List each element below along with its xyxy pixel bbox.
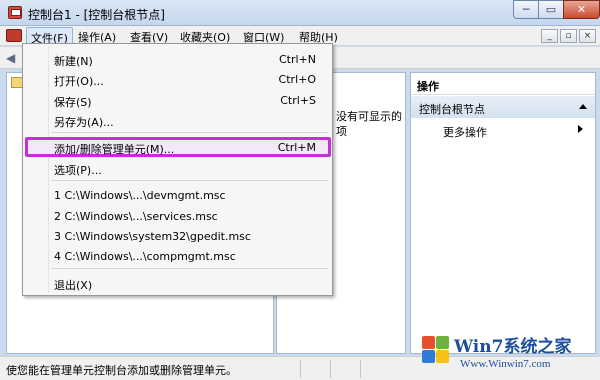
- child-minimize-button[interactable]: _: [541, 29, 558, 43]
- file-menu-dropdown: 新建(N) Ctrl+N 打开(O)... Ctrl+O 保存(S) Ctrl+…: [22, 43, 333, 296]
- actions-group-label: 控制台根节点: [419, 103, 485, 116]
- shortcut-save: Ctrl+S: [280, 94, 316, 107]
- menu-item-options[interactable]: 选项(P)...: [54, 162, 102, 178]
- more-actions-item[interactable]: 更多操作: [443, 124, 487, 140]
- shortcut-new: Ctrl+N: [278, 53, 316, 66]
- recent-file-item[interactable]: 2 C:\Windows\...\services.msc: [54, 210, 218, 223]
- status-divider: [330, 360, 331, 378]
- submenu-arrow-icon: [578, 125, 583, 133]
- menu-item-add-remove-snapin[interactable]: 添加/删除管理单元(M)...: [54, 141, 174, 157]
- maximize-button[interactable]: ▭: [538, 0, 564, 19]
- shortcut-open: Ctrl+O: [278, 73, 316, 86]
- menu-separator: [51, 132, 328, 133]
- shortcut-add-remove-snapin: Ctrl+M: [277, 141, 316, 154]
- status-text: 使您能在管理单元控制台添加或删除管理单元。: [6, 364, 237, 377]
- collapse-up-icon[interactable]: [579, 104, 587, 109]
- empty-items-message: 没有可显示的项: [336, 110, 402, 138]
- watermark-title: Win7系统之家: [454, 337, 572, 357]
- menu-gutter: [48, 46, 49, 293]
- child-restore-button[interactable]: ▫: [560, 29, 577, 43]
- console-app-icon: [8, 6, 22, 19]
- actions-header: 操作: [411, 73, 595, 95]
- status-divider: [360, 360, 361, 378]
- actions-group-root[interactable]: 控制台根节点: [411, 96, 595, 118]
- menu-item-open[interactable]: 打开(O)...: [54, 73, 104, 89]
- watermark-url: Www.Winwin7.com: [460, 358, 551, 370]
- back-arrow-icon[interactable]: ◀: [6, 51, 20, 65]
- minimize-button[interactable]: ─: [513, 0, 539, 19]
- menu-item-save[interactable]: 保存(S): [54, 94, 92, 110]
- title-bar: 控制台1 - [控制台根节点] ─ ▭ ✕: [0, 0, 600, 26]
- actions-pane: 操作 控制台根节点 更多操作: [410, 72, 596, 354]
- menu-item-exit[interactable]: 退出(X): [54, 277, 92, 293]
- recent-file-item[interactable]: 1 C:\Windows\...\devmgmt.msc: [54, 189, 226, 202]
- close-button[interactable]: ✕: [563, 0, 600, 19]
- system-menu-icon[interactable]: [6, 29, 22, 42]
- menu-separator: [51, 268, 328, 269]
- menu-item-save-as[interactable]: 另存为(A)...: [54, 114, 114, 130]
- status-divider: [300, 360, 301, 378]
- window-title: 控制台1 - [控制台根节点]: [28, 8, 165, 22]
- menu-item-new[interactable]: 新建(N): [54, 53, 93, 69]
- recent-file-item[interactable]: 3 C:\Windows\system32\gpedit.msc: [54, 230, 251, 243]
- menu-separator: [51, 180, 328, 181]
- windows-logo-icon: [420, 334, 450, 364]
- site-watermark: Win7系统之家 Www.Winwin7.com: [420, 328, 596, 378]
- child-close-button[interactable]: ×: [579, 29, 596, 43]
- recent-file-item[interactable]: 4 C:\Windows\...\compmgmt.msc: [54, 250, 236, 263]
